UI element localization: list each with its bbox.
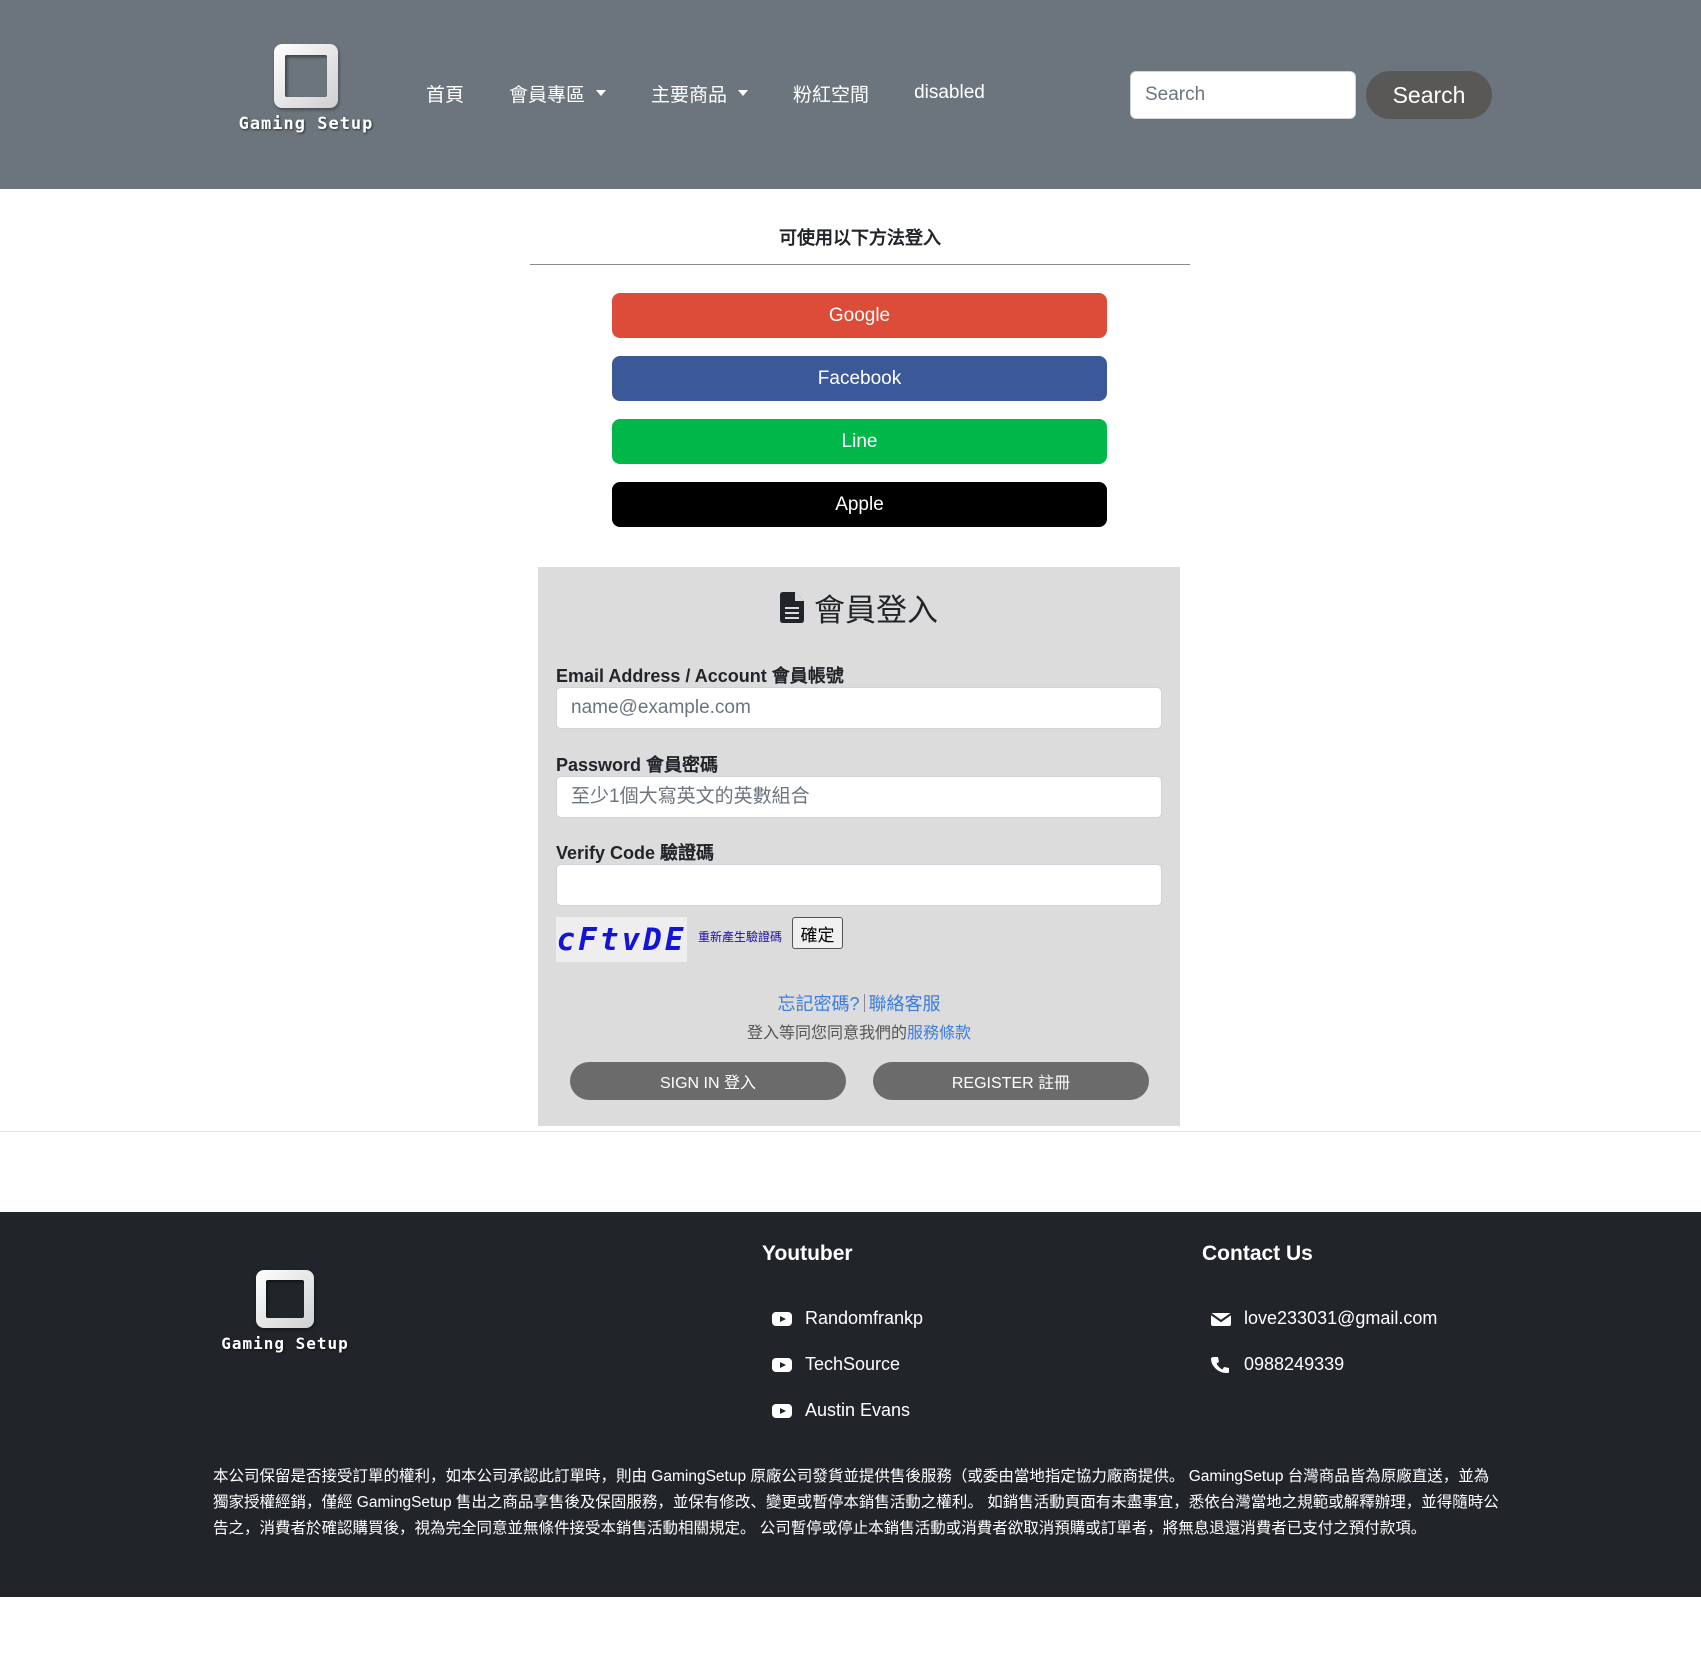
- nav-home[interactable]: 首頁: [426, 80, 464, 107]
- nav-disabled: disabled: [914, 82, 985, 104]
- password-label: Password 會員密碼: [556, 755, 719, 775]
- email-label: Email Address / Account 會員帳號: [556, 666, 844, 686]
- nav-disabled-label: disabled: [914, 82, 985, 103]
- forgot-password-link[interactable]: 忘記密碼?: [777, 994, 859, 1014]
- nav-products-label: 主要商品: [651, 84, 728, 106]
- captcha-refresh-link[interactable]: 重新產生驗證碼: [698, 928, 782, 945]
- password-field[interactable]: [556, 776, 1162, 818]
- facebook-login-button[interactable]: Facebook: [612, 356, 1107, 401]
- youtuber-link-techsource[interactable]: TechSource: [771, 1354, 900, 1375]
- page-divider: [0, 1131, 1701, 1132]
- youtube-icon: [772, 1403, 792, 1418]
- youtuber-name: TechSource: [805, 1354, 901, 1374]
- footer: Gaming Setup Youtuber Randomfrankp TechS…: [0, 1212, 1701, 1597]
- terms-prefix: 登入等同您同意我們的: [746, 1025, 907, 1042]
- contact-heading: Contact Us: [1202, 1242, 1313, 1265]
- email-field[interactable]: [556, 687, 1162, 729]
- contact-email[interactable]: love233031@gmail.com: [1210, 1308, 1437, 1329]
- terms-line: 登入等同您同意我們的服務條款: [538, 1019, 1180, 1043]
- youtuber-name: Austin Evans: [805, 1400, 911, 1420]
- nav-pink-space[interactable]: 粉紅空間: [793, 80, 869, 107]
- youtuber-link-randomfrankp[interactable]: Randomfrankp: [771, 1308, 923, 1329]
- youtube-icon: [772, 1357, 792, 1372]
- line-login-button[interactable]: Line: [612, 419, 1107, 464]
- captcha-image: cFtvDE: [556, 917, 687, 962]
- google-login-button[interactable]: Google: [612, 293, 1107, 338]
- sign-in-button[interactable]: SIGN IN 登入: [570, 1062, 846, 1100]
- brand-text: Gaming Setup: [238, 114, 374, 134]
- phone-icon: [1211, 1356, 1229, 1373]
- login-title: 會員登入: [538, 585, 1180, 630]
- logo-icon: [256, 1270, 314, 1328]
- verify-code-label: Verify Code 驗證碼: [556, 843, 715, 863]
- link-separator: [863, 994, 865, 1012]
- file-text-icon: [780, 592, 804, 623]
- youtuber-name: Randomfrankp: [805, 1308, 924, 1328]
- divider: [530, 264, 1190, 265]
- nav-member-dropdown[interactable]: 會員專區: [509, 80, 607, 107]
- search-button[interactable]: Search: [1366, 71, 1492, 119]
- contact-phone[interactable]: 0988249339: [1210, 1354, 1344, 1375]
- login-card: 會員登入 Email Address / Account 會員帳號 Passwo…: [538, 567, 1180, 1126]
- captcha-confirm-button[interactable]: 確定: [792, 917, 843, 949]
- apple-login-button[interactable]: Apple: [612, 482, 1107, 527]
- footer-brand-logo[interactable]: Gaming Setup: [220, 1270, 350, 1353]
- navbar: Gaming Setup 首頁 會員專區 主要商品 粉紅空間 disabled …: [0, 0, 1701, 189]
- youtuber-heading: Youtuber: [762, 1242, 853, 1265]
- disclaimer-text: 本公司保留是否接受訂單的權利，如本公司承認此訂單時，則由 GamingSetup…: [213, 1468, 1499, 1537]
- nav-member-label: 會員專區: [509, 84, 586, 106]
- verify-code-field[interactable]: [556, 864, 1162, 906]
- youtuber-link-austin-evans[interactable]: Austin Evans: [771, 1400, 910, 1421]
- nav-pink-label: 粉紅空間: [793, 84, 870, 106]
- contact-support-link[interactable]: 聯絡客服: [869, 994, 941, 1014]
- caret-down-icon: [738, 90, 749, 96]
- search-input[interactable]: [1130, 71, 1356, 119]
- register-button[interactable]: REGISTER 註冊: [873, 1062, 1149, 1100]
- terms-link[interactable]: 服務條款: [907, 1025, 971, 1042]
- brand-logo[interactable]: Gaming Setup: [238, 44, 374, 140]
- nav-home-label: 首頁: [426, 84, 465, 106]
- contact-phone-text: 0988249339: [1244, 1354, 1345, 1374]
- logo-icon: [274, 44, 338, 108]
- envelope-icon: [1210, 1312, 1232, 1326]
- caret-down-icon: [596, 90, 607, 96]
- login-methods-caption: 可使用以下方法登入: [779, 228, 941, 248]
- nav-products-dropdown[interactable]: 主要商品: [651, 80, 749, 107]
- nav-links: 首頁 會員專區 主要商品 粉紅空間 disabled: [426, 78, 1030, 108]
- help-links: 忘記密碼? 聯絡客服: [538, 990, 1180, 1016]
- login-title-text: 會員登入: [814, 593, 938, 628]
- contact-email-text: love233031@gmail.com: [1244, 1308, 1438, 1328]
- youtube-icon: [772, 1311, 792, 1326]
- footer-brand-text: Gaming Setup: [221, 1334, 349, 1353]
